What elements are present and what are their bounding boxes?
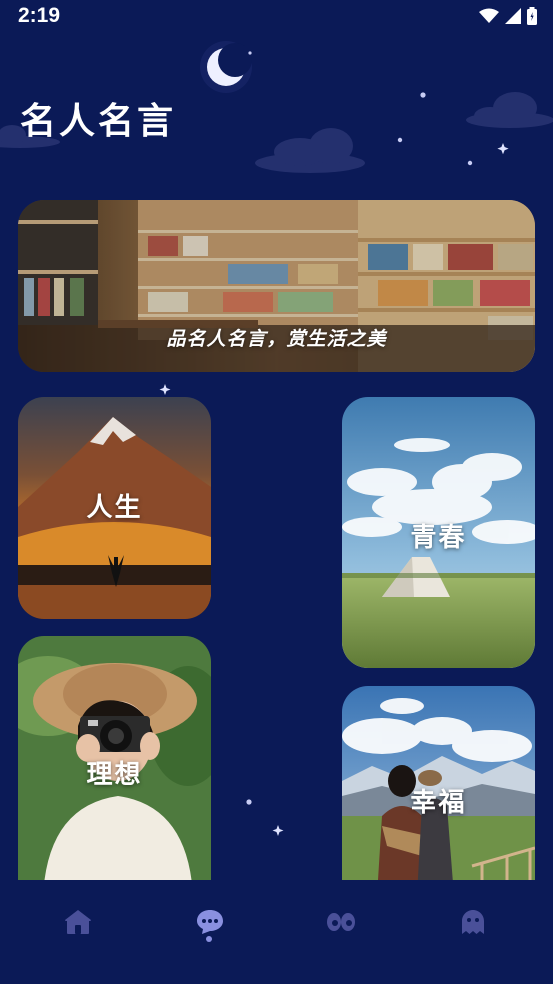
page-title: 名人名言 [20, 101, 177, 142]
star-decoration [159, 384, 284, 836]
eyes-icon [326, 911, 356, 933]
ghost-icon [461, 909, 485, 935]
active-indicator-dot [206, 936, 212, 942]
banner-card[interactable]: 品名人名言，赏生活之美 [18, 200, 535, 372]
nav-discover[interactable] [321, 902, 361, 942]
nav-home[interactable] [58, 902, 98, 942]
banner-caption: 品名人名言，赏生活之美 [166, 328, 387, 350]
chat-bubble-icon [196, 909, 224, 935]
home-icon [64, 909, 92, 935]
bottom-nav [0, 880, 553, 984]
nav-profile[interactable] [453, 902, 493, 942]
